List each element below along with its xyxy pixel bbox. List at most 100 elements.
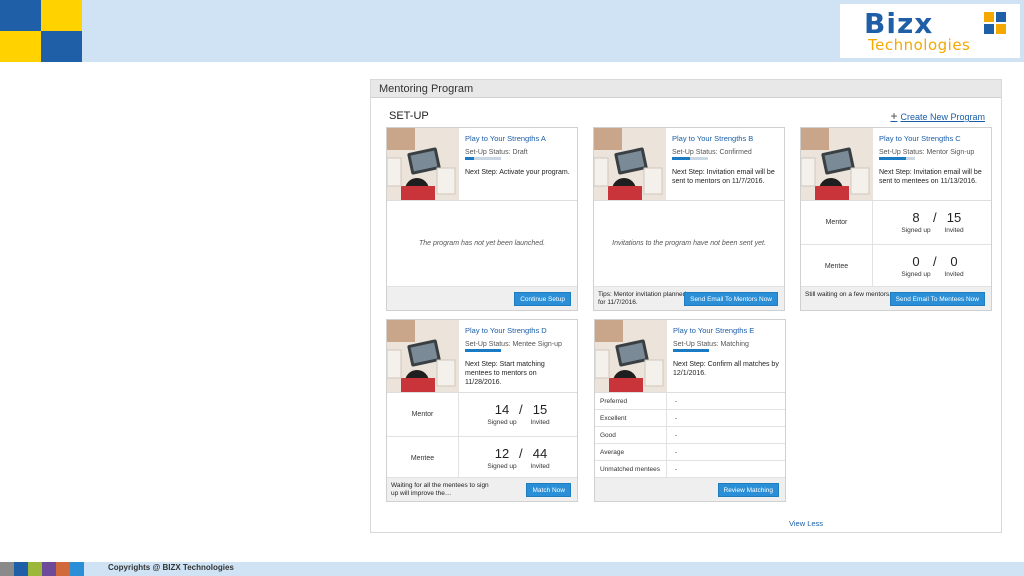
empty-message: The program has not yet been launched.	[418, 240, 546, 247]
match-value: -	[675, 466, 678, 473]
invited-label: Invited	[944, 271, 964, 278]
program-photo	[387, 128, 459, 200]
setup-status: Set-Up Status: Matching	[673, 341, 749, 348]
program-photo	[595, 320, 667, 392]
signed-count: 8	[912, 210, 920, 225]
copyright-text: Copyrights @ BIZX Technologies	[108, 563, 234, 572]
program-photo	[594, 128, 666, 200]
program-card-a: Play to Your Strengths A Set-Up Status: …	[386, 127, 578, 311]
create-program-label: Create New Program	[900, 112, 985, 122]
match-label: Preferred	[595, 393, 667, 410]
invited-count: 15	[532, 402, 548, 417]
slash: /	[519, 402, 523, 417]
card-tip: Still waiting on a few mentors.	[805, 291, 891, 298]
match-label: Average	[595, 444, 667, 461]
footer-square	[42, 562, 56, 576]
match-label: Excellent	[595, 410, 667, 427]
row-label: Mentor	[387, 393, 459, 437]
plus-icon: +	[890, 109, 898, 123]
invited-count: 44	[532, 446, 548, 461]
card-tip: Tips: Mentor invitation planned for 11/7…	[598, 291, 687, 306]
signed-count: 14	[494, 402, 510, 417]
next-step: Next Step: Invitation email will be sent…	[879, 169, 982, 185]
program-card-b: Play to Your Strengths B Set-Up Status: …	[593, 127, 785, 311]
match-row: Preferred -	[595, 393, 785, 410]
invited-label: Invited	[944, 227, 964, 234]
corner-tiles	[0, 0, 82, 62]
program-card-e: Play to Your Strengths E Set-Up Status: …	[594, 319, 786, 502]
logo-tagline: Technologies	[868, 36, 971, 54]
slash: /	[933, 210, 937, 225]
status-progress-bar	[672, 157, 708, 160]
card-footer: Review Matching	[595, 477, 785, 501]
program-name[interactable]: Play to Your Strengths A	[465, 134, 573, 143]
slash: /	[519, 446, 523, 461]
signed-label: Signed up	[487, 419, 517, 426]
program-name[interactable]: Play to Your Strengths B	[672, 134, 780, 143]
next-step: Next Step: Activate your program.	[465, 169, 570, 176]
setup-status: Set-Up Status: Mentee Sign-up	[465, 341, 562, 348]
setup-status: Set-Up Status: Confirmed	[672, 149, 752, 156]
invited-label: Invited	[530, 419, 550, 426]
tile-yellow	[0, 31, 41, 62]
panel-title: Mentoring Program	[371, 80, 1001, 98]
row-label: Mentee	[387, 437, 459, 481]
program-name[interactable]: Play to Your Strengths E	[673, 326, 781, 335]
invited-label: Invited	[530, 463, 550, 470]
bizx-logo: Bizx Technologies	[840, 4, 1020, 58]
match-label: Unmatched mentees	[595, 461, 667, 478]
section-label: SET-UP	[389, 110, 429, 122]
row-label: Mentee	[801, 245, 873, 289]
next-step: Next Step: Start matching mentees to men…	[465, 361, 545, 386]
match-value: -	[675, 415, 678, 422]
match-row: Average -	[595, 444, 785, 461]
footer-square	[14, 562, 28, 576]
signed-count: 0	[912, 254, 920, 269]
program-name[interactable]: Play to Your Strengths C	[879, 134, 987, 143]
setup-status: Set-Up Status: Draft	[465, 149, 528, 156]
signup-row-mentee: Mentee 12 / 44 Signed up Invited	[387, 437, 577, 481]
match-now-button[interactable]: Match Now	[526, 483, 571, 497]
invited-count: 15	[946, 210, 962, 225]
match-row: Unmatched mentees -	[595, 461, 785, 478]
program-photo	[387, 320, 459, 392]
match-label: Good	[595, 427, 667, 444]
footer-square	[70, 562, 84, 576]
logo-squares-icon	[984, 12, 1006, 34]
signed-label: Signed up	[901, 227, 931, 234]
card-tip: Waiting for all the mentees to sign up w…	[391, 482, 489, 497]
signed-label: Signed up	[487, 463, 517, 470]
signup-row-mentee: Mentee 0 / 0 Signed up Invited	[801, 245, 991, 289]
signup-row-mentor: Mentor 14 / 15 Signed up Invited	[387, 393, 577, 437]
match-value: -	[675, 449, 678, 456]
footer-strip: Copyrights @ BIZX Technologies	[0, 562, 1024, 576]
program-card-d: Play to Your Strengths D Set-Up Status: …	[386, 319, 578, 502]
status-progress-bar	[465, 157, 501, 160]
continue-setup-button[interactable]: Continue Setup	[514, 292, 571, 306]
view-less-link[interactable]: View Less	[789, 519, 823, 528]
card-footer: Tips: Mentor invitation planned for 11/7…	[594, 286, 784, 310]
slash: /	[933, 254, 937, 269]
next-step: Next Step: Invitation email will be sent…	[672, 169, 775, 185]
create-program-link[interactable]: + Create New Program	[890, 109, 985, 123]
next-step: Next Step: Confirm all matches by 12/1/2…	[673, 361, 779, 377]
tile-yellow	[41, 0, 82, 31]
status-progress-bar	[465, 349, 501, 352]
status-progress-bar	[673, 349, 709, 352]
review-matching-button[interactable]: Review Matching	[717, 483, 779, 497]
footer-square	[0, 562, 14, 576]
send-email-mentees-button[interactable]: Send Email To Mentees Now	[889, 292, 985, 306]
match-value: -	[675, 398, 678, 405]
footer-square	[28, 562, 42, 576]
card-footer: Still waiting on a few mentors. Send Ema…	[801, 286, 991, 310]
signed-label: Signed up	[901, 271, 931, 278]
program-name[interactable]: Play to Your Strengths D	[465, 326, 573, 335]
send-email-mentors-button[interactable]: Send Email To Mentors Now	[684, 292, 778, 306]
signup-row-mentor: Mentor 8 / 15 Signed up Invited	[801, 201, 991, 245]
tile-blue	[0, 0, 41, 31]
match-row: Good -	[595, 427, 785, 444]
program-photo	[801, 128, 873, 200]
slide: Bizx Technologies Mentoring Program SET-…	[0, 0, 1024, 576]
footer-square	[56, 562, 70, 576]
program-card-c: Play to Your Strengths C Set-Up Status: …	[800, 127, 992, 311]
